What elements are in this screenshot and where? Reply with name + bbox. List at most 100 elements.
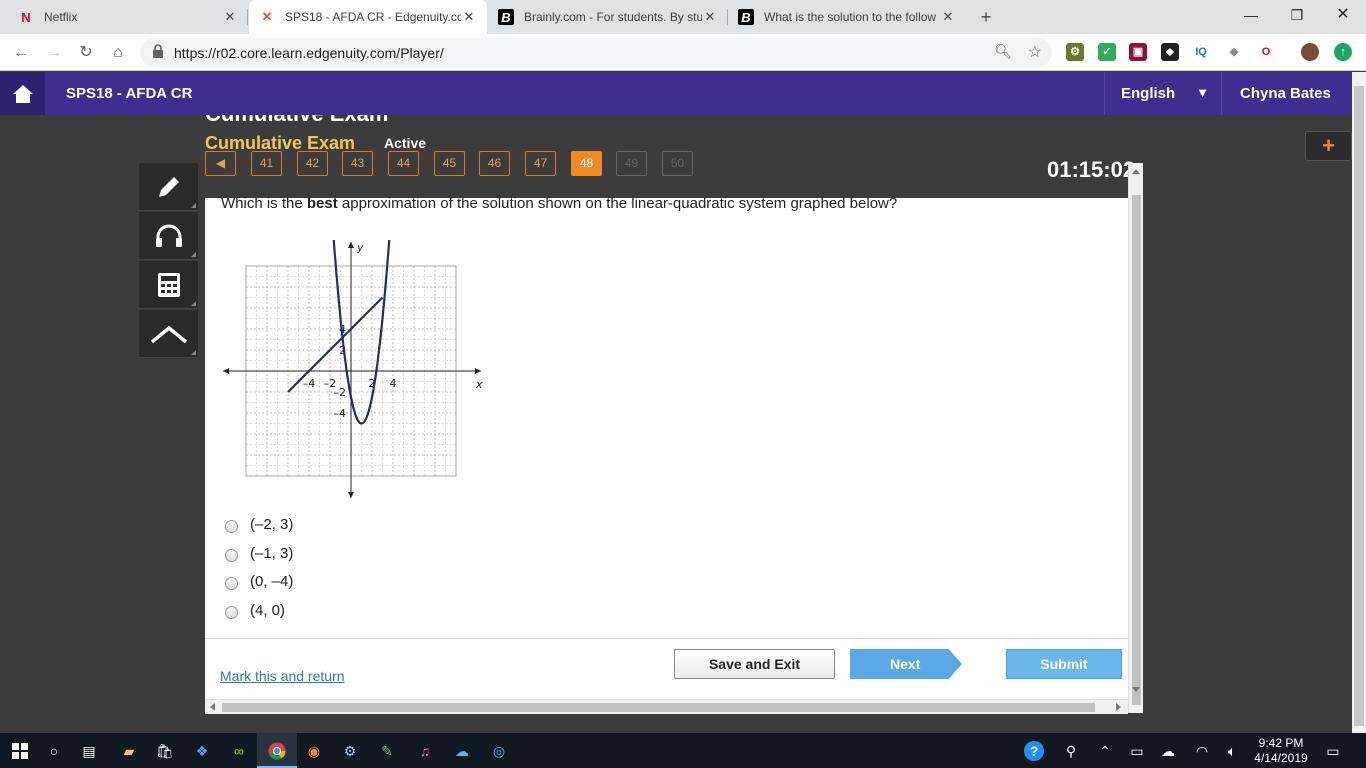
extension-icon[interactable]: ⬥ [1161,43,1179,61]
radio-button[interactable] [225,605,238,619]
panel-vertical-scrollbar[interactable] [1128,163,1143,713]
next-button[interactable]: Next [850,649,962,679]
extension-icon[interactable]: ⚙ [1066,43,1084,61]
close-icon[interactable]: ✕ [461,9,477,25]
question-43-button[interactable]: 43 [342,151,373,176]
scroll-thumb[interactable] [1354,86,1364,726]
save-and-exit-button[interactable]: Save and Exit [674,649,835,679]
tab-netflix[interactable]: N Netflix ✕ [8,0,248,34]
close-icon[interactable]: ✕ [222,9,238,25]
collapse-tool[interactable] [139,310,198,358]
answer-choice[interactable]: (0, –4) [225,573,293,602]
audio-tool[interactable] [139,212,198,260]
home-button[interactable] [0,72,45,115]
question-44-button[interactable]: 44 [388,151,419,176]
close-icon[interactable]: ✕ [702,9,718,25]
answer-choice[interactable]: (–1, 3) [225,545,293,574]
home-icon[interactable]: ⌂ [107,42,129,64]
language-select[interactable]: English ▼ [1104,72,1222,115]
volume-icon[interactable]: 🔈︎ [1222,741,1242,761]
scroll-right-arrow[interactable] [1116,703,1121,711]
back-icon[interactable]: ← [10,42,32,64]
radio-button[interactable] [225,577,238,590]
choice-label: (–2, 3) [250,516,294,533]
close-icon[interactable]: ✕ [940,9,956,25]
zoom-icon[interactable]: 🔍︎ [994,43,1012,60]
tab-brainly[interactable]: B Brainly.com - For students. By stu ✕ [488,0,728,34]
radio-button[interactable] [225,520,238,533]
steam-icon[interactable]: ⚙ [340,741,360,761]
windows-start-icon[interactable] [10,741,30,761]
netflix-icon: N [21,9,31,25]
question-42-button[interactable]: 42 [297,151,328,176]
submit-button[interactable]: Submit [1006,649,1122,679]
answer-choice[interactable]: (4, 0) [225,602,293,631]
system-clock[interactable]: 9:42 PM 4/14/2019 [1248,736,1314,766]
tab-edgenuity[interactable]: ✕ SPS18 - AFDA CR - Edgenuity.com ✕ [249,0,487,34]
question-text: Which is the best approximation of the s… [221,195,897,212]
cloud-icon[interactable]: ☁ [452,741,472,761]
search-icon[interactable]: ○ [44,741,64,761]
chrome-icon[interactable] [267,741,287,761]
blender-icon[interactable]: ◉ [304,741,324,761]
scroll-up-arrow[interactable] [1132,169,1140,174]
calculator-tool[interactable] [139,261,198,309]
help-icon[interactable]: ? [1024,741,1044,761]
app-icon[interactable]: ✎ [377,741,397,761]
extension-icon[interactable]: ◆ [1225,43,1243,61]
pencil-tool[interactable] [139,163,198,211]
answer-choice[interactable]: (–2, 3) [225,516,293,545]
home-icon [12,84,33,103]
address-bar[interactable]: https://r02.core.learn.edgenuity.com/Pla… [140,38,1052,67]
question-41-button[interactable]: 41 [251,151,282,176]
scroll-down-arrow[interactable] [1132,687,1140,692]
radio-button[interactable] [225,548,238,562]
file-explorer-icon[interactable]: ▰ [119,741,139,761]
app-icon[interactable]: ∞ [229,741,249,761]
extension-icon[interactable]: O [1257,43,1275,61]
reload-icon[interactable]: ↻ [75,42,97,64]
scroll-thumb[interactable] [222,703,1095,712]
question-50-button[interactable]: 50 [662,151,693,176]
question-46-button[interactable]: 46 [479,151,510,176]
user-name[interactable]: Chyna Bates [1240,85,1331,102]
bookmark-star-icon[interactable]: ☆ [1028,42,1042,62]
update-arrow-icon[interactable]: ↑ [1334,43,1352,61]
battery-icon[interactable]: ▭ [1127,741,1147,761]
add-button[interactable]: + [1305,131,1352,161]
restore-button[interactable]: ❐ [1274,0,1320,30]
minimize-button[interactable]: — [1228,0,1274,30]
tab-brainly-question[interactable]: B What is the solution to the follow ✕ [728,0,966,34]
question-49-button[interactable]: 49 [616,151,647,176]
dropbox-icon[interactable]: ❖ [192,741,212,761]
panel-horizontal-scrollbar[interactable] [205,699,1128,714]
page-scrollbar[interactable] [1352,72,1366,733]
previous-question-button[interactable]: ◀ [205,151,236,176]
question-45-button[interactable]: 45 [434,151,465,176]
exam-timer: 01:15:02 [1047,157,1136,182]
clock-time: 9:42 PM [1258,736,1304,750]
task-view-icon[interactable]: ▤ [79,741,99,761]
avatar[interactable] [1301,43,1319,61]
question-48-button[interactable]: 48 [571,151,602,176]
itunes-icon[interactable]: ♫ [415,741,435,761]
iq-extension-icon[interactable]: IQ [1192,43,1210,61]
onedrive-icon[interactable]: ☁ [1158,741,1178,761]
app-icon[interactable]: ◎ [489,741,509,761]
question-47-button[interactable]: 47 [525,151,556,176]
forward-icon[interactable]: → [43,42,65,64]
scroll-left-arrow[interactable] [210,703,215,711]
extension-icon[interactable]: ▣ [1129,43,1147,61]
y-tick-label: –2 [334,386,347,399]
scroll-thumb[interactable] [1132,195,1141,705]
notifications-icon[interactable]: ▭ [1323,741,1343,761]
people-icon[interactable]: ⚲ [1061,741,1081,761]
mark-and-return-link[interactable]: Mark this and return [220,668,345,684]
new-tab-button[interactable]: + [976,7,996,27]
chevron-up-icon[interactable]: ⌃ [1095,741,1115,761]
store-icon[interactable]: 🛍︎ [155,741,175,761]
wifi-icon[interactable]: ◠ [1192,741,1212,761]
question-suffix: approximation of the solution shown on t… [337,195,898,212]
close-window-button[interactable]: ✕ [1320,0,1366,30]
shield-icon[interactable]: ✓ [1098,43,1116,61]
